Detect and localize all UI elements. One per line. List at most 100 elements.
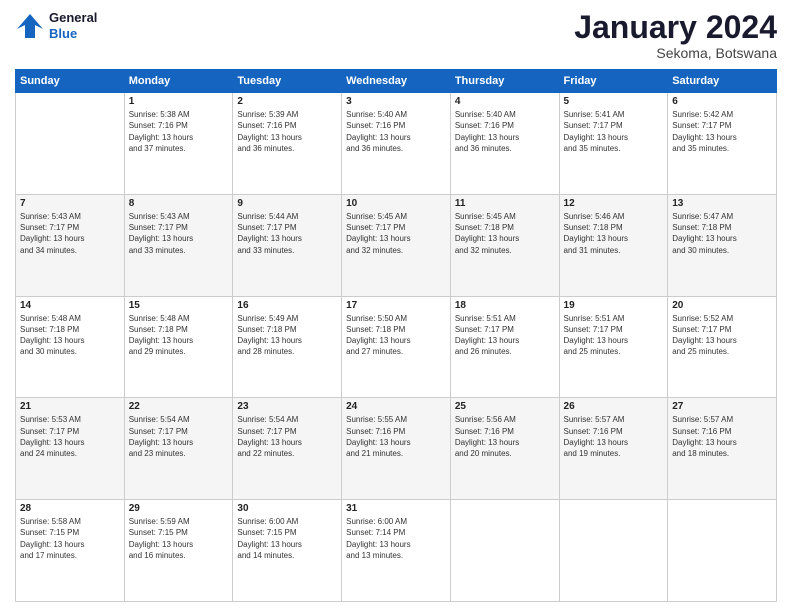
weekday-row: SundayMondayTuesdayWednesdayThursdayFrid…	[16, 70, 777, 93]
day-number: 18	[455, 300, 555, 311]
day-number: 7	[20, 198, 120, 209]
cell-content: Sunrise: 5:56 AMSunset: 7:16 PMDaylight:…	[455, 414, 555, 459]
calendar-cell	[450, 500, 559, 602]
cell-content: Sunrise: 5:50 AMSunset: 7:18 PMDaylight:…	[346, 313, 446, 358]
calendar-week-1: 7 Sunrise: 5:43 AMSunset: 7:17 PMDaylight…	[16, 194, 777, 296]
cell-content: Sunrise: 5:41 AMSunset: 7:17 PMDaylight:…	[564, 109, 664, 154]
weekday-header-friday: Friday	[559, 70, 668, 93]
calendar-cell: 4Sunrise: 5:40 AMSunset: 7:16 PMDaylight…	[450, 93, 559, 195]
weekday-header-wednesday: Wednesday	[342, 70, 451, 93]
logo: General Blue	[15, 10, 97, 41]
calendar-cell	[559, 500, 668, 602]
day-number: 20	[672, 300, 772, 311]
weekday-header-sunday: Sunday	[16, 70, 125, 93]
calendar-cell: 10 Sunrise: 5:45 AMSunset: 7:17 PMDayligh…	[342, 194, 451, 296]
calendar-cell: 29 Sunrise: 5:59 AMSunset: 7:15 PMDayligh…	[124, 500, 233, 602]
day-number: 22	[129, 401, 229, 412]
cell-content: Sunrise: 5:57 AMSunset: 7:16 PMDaylight:…	[564, 414, 664, 459]
calendar-cell: 23 Sunrise: 5:54 AMSunset: 7:17 PMDayligh…	[233, 398, 342, 500]
cell-content: Sunrise: 5:39 AMSunset: 7:16 PMDaylight:…	[237, 109, 337, 154]
calendar-cell: 9 Sunrise: 5:44 AMSunset: 7:17 PMDaylight…	[233, 194, 342, 296]
calendar-cell	[668, 500, 777, 602]
cell-content: Sunrise: 5:54 AMSunset: 7:17 PMDaylight:…	[237, 414, 337, 459]
calendar-body: 1 Sunrise: 5:38 AMSunset: 7:16 PMDaylight…	[16, 93, 777, 602]
cell-content: Sunrise: 5:54 AMSunset: 7:17 PMDaylight:…	[129, 414, 229, 459]
calendar-week-0: 1 Sunrise: 5:38 AMSunset: 7:16 PMDaylight…	[16, 93, 777, 195]
calendar-cell: 18 Sunrise: 5:51 AMSunset: 7:17 PMDayligh…	[450, 296, 559, 398]
calendar-cell: 3Sunrise: 5:40 AMSunset: 7:16 PMDaylight…	[342, 93, 451, 195]
calendar-week-3: 21Sunrise: 5:53 AMSunset: 7:17 PMDayligh…	[16, 398, 777, 500]
logo-icon	[15, 11, 45, 41]
calendar-cell: 19Sunrise: 5:51 AMSunset: 7:17 PMDayligh…	[559, 296, 668, 398]
calendar-cell: 14Sunrise: 5:48 AMSunset: 7:18 PMDayligh…	[16, 296, 125, 398]
day-number: 11	[455, 198, 555, 209]
cell-content: Sunrise: 5:51 AMSunset: 7:17 PMDaylight:…	[564, 313, 664, 358]
calendar-week-4: 28Sunrise: 5:58 AMSunset: 7:15 PMDayligh…	[16, 500, 777, 602]
calendar-cell: 2 Sunrise: 5:39 AMSunset: 7:16 PMDaylight…	[233, 93, 342, 195]
day-number: 9	[237, 198, 337, 209]
logo-line1: General	[49, 10, 97, 26]
calendar-table: SundayMondayTuesdayWednesdayThursdayFrid…	[15, 69, 777, 602]
day-number: 24	[346, 401, 446, 412]
day-number: 2	[237, 96, 337, 107]
calendar-cell: 6 Sunrise: 5:42 AMSunset: 7:17 PMDaylight…	[668, 93, 777, 195]
calendar-cell: 1 Sunrise: 5:38 AMSunset: 7:16 PMDaylight…	[124, 93, 233, 195]
cell-content: Sunrise: 5:40 AMSunset: 7:16 PMDaylight:…	[346, 109, 446, 154]
day-number: 29	[129, 503, 229, 514]
calendar-cell: 28Sunrise: 5:58 AMSunset: 7:15 PMDayligh…	[16, 500, 125, 602]
cell-content: Sunrise: 5:40 AMSunset: 7:16 PMDaylight:…	[455, 109, 555, 154]
calendar-cell: 13Sunrise: 5:47 AMSunset: 7:18 PMDayligh…	[668, 194, 777, 296]
calendar-header: SundayMondayTuesdayWednesdayThursdayFrid…	[16, 70, 777, 93]
day-number: 8	[129, 198, 229, 209]
calendar-cell: 30Sunrise: 6:00 AMSunset: 7:15 PMDayligh…	[233, 500, 342, 602]
calendar-cell: 22 Sunrise: 5:54 AMSunset: 7:17 PMDayligh…	[124, 398, 233, 500]
cell-content: Sunrise: 5:45 AMSunset: 7:18 PMDaylight:…	[455, 211, 555, 256]
cell-content: Sunrise: 5:44 AMSunset: 7:17 PMDaylight:…	[237, 211, 337, 256]
calendar-cell: 16Sunrise: 5:49 AMSunset: 7:18 PMDayligh…	[233, 296, 342, 398]
calendar-cell: 12 Sunrise: 5:46 AMSunset: 7:18 PMDayligh…	[559, 194, 668, 296]
cell-content: Sunrise: 5:38 AMSunset: 7:16 PMDaylight:…	[129, 109, 229, 154]
cell-content: Sunrise: 5:58 AMSunset: 7:15 PMDaylight:…	[20, 516, 120, 561]
calendar-week-2: 14Sunrise: 5:48 AMSunset: 7:18 PMDayligh…	[16, 296, 777, 398]
calendar-cell: 8 Sunrise: 5:43 AMSunset: 7:17 PMDaylight…	[124, 194, 233, 296]
calendar-cell: 27 Sunrise: 5:57 AMSunset: 7:16 PMDayligh…	[668, 398, 777, 500]
cell-content: Sunrise: 5:48 AMSunset: 7:18 PMDaylight:…	[129, 313, 229, 358]
calendar-cell: 31Sunrise: 6:00 AMSunset: 7:14 PMDayligh…	[342, 500, 451, 602]
title-block: January 2024 Sekoma, Botswana	[574, 10, 777, 61]
calendar-cell: 5 Sunrise: 5:41 AMSunset: 7:17 PMDaylight…	[559, 93, 668, 195]
day-number: 25	[455, 401, 555, 412]
month-title: January 2024	[574, 10, 777, 45]
day-number: 5	[564, 96, 664, 107]
day-number: 27	[672, 401, 772, 412]
weekday-header-monday: Monday	[124, 70, 233, 93]
cell-content: Sunrise: 5:45 AMSunset: 7:17 PMDaylight:…	[346, 211, 446, 256]
day-number: 10	[346, 198, 446, 209]
cell-content: Sunrise: 6:00 AMSunset: 7:14 PMDaylight:…	[346, 516, 446, 561]
calendar-cell: 21Sunrise: 5:53 AMSunset: 7:17 PMDayligh…	[16, 398, 125, 500]
cell-content: Sunrise: 5:59 AMSunset: 7:15 PMDaylight:…	[129, 516, 229, 561]
cell-content: Sunrise: 5:43 AMSunset: 7:17 PMDaylight:…	[129, 211, 229, 256]
cell-content: Sunrise: 6:00 AMSunset: 7:15 PMDaylight:…	[237, 516, 337, 561]
day-number: 26	[564, 401, 664, 412]
calendar-cell: 26 Sunrise: 5:57 AMSunset: 7:16 PMDayligh…	[559, 398, 668, 500]
day-number: 6	[672, 96, 772, 107]
calendar-cell: 25 Sunrise: 5:56 AMSunset: 7:16 PMDayligh…	[450, 398, 559, 500]
logo-text: General Blue	[49, 10, 97, 41]
cell-content: Sunrise: 5:46 AMSunset: 7:18 PMDaylight:…	[564, 211, 664, 256]
cell-content: Sunrise: 5:57 AMSunset: 7:16 PMDaylight:…	[672, 414, 772, 459]
day-number: 17	[346, 300, 446, 311]
cell-content: Sunrise: 5:51 AMSunset: 7:17 PMDaylight:…	[455, 313, 555, 358]
weekday-header-saturday: Saturday	[668, 70, 777, 93]
cell-content: Sunrise: 5:43 AMSunset: 7:17 PMDaylight:…	[20, 211, 120, 256]
day-number: 13	[672, 198, 772, 209]
cell-content: Sunrise: 5:42 AMSunset: 7:17 PMDaylight:…	[672, 109, 772, 154]
day-number: 12	[564, 198, 664, 209]
calendar-cell: 7 Sunrise: 5:43 AMSunset: 7:17 PMDaylight…	[16, 194, 125, 296]
day-number: 15	[129, 300, 229, 311]
cell-content: Sunrise: 5:52 AMSunset: 7:17 PMDaylight:…	[672, 313, 772, 358]
day-number: 16	[237, 300, 337, 311]
day-number: 1	[129, 96, 229, 107]
day-number: 23	[237, 401, 337, 412]
cell-content: Sunrise: 5:53 AMSunset: 7:17 PMDaylight:…	[20, 414, 120, 459]
weekday-header-thursday: Thursday	[450, 70, 559, 93]
